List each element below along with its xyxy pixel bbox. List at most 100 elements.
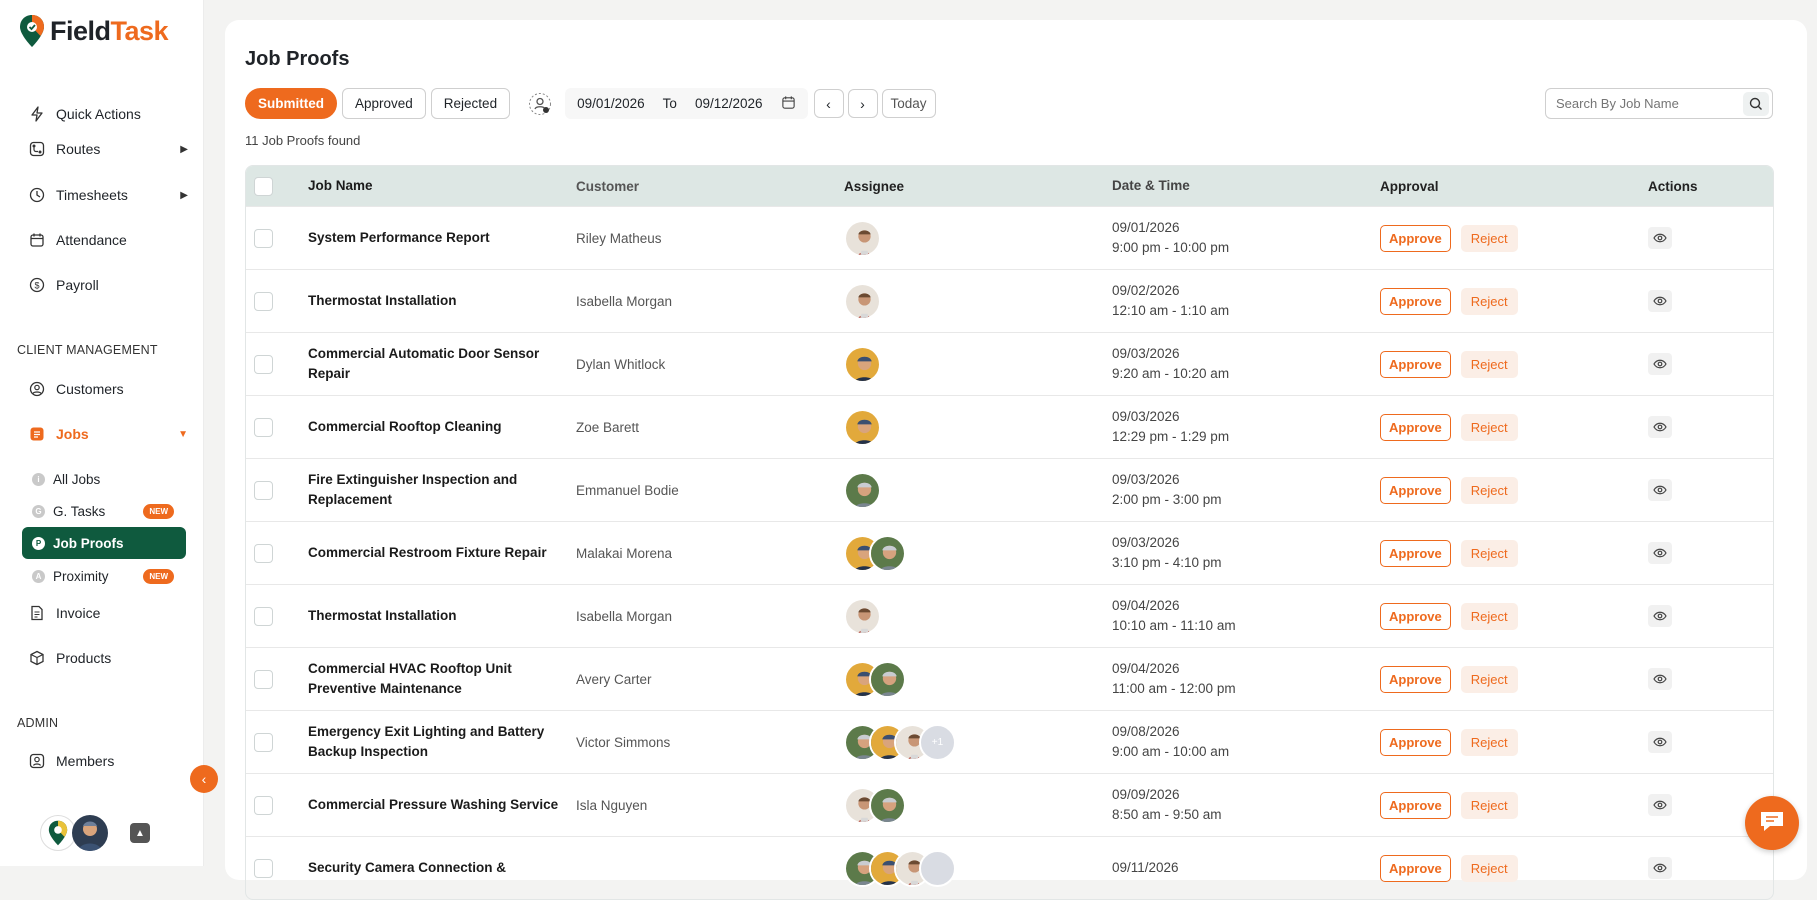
reject-button[interactable]: Reject xyxy=(1460,854,1518,882)
col-job-name[interactable]: Job Name xyxy=(308,176,576,196)
tab-submitted[interactable]: Submitted xyxy=(245,88,337,119)
view-eye-icon[interactable] xyxy=(1648,794,1672,816)
reject-button[interactable]: Reject xyxy=(1460,791,1518,819)
row-checkbox[interactable] xyxy=(253,354,273,374)
approve-button[interactable]: Approve xyxy=(1380,539,1451,567)
job-name[interactable]: Emergency Exit Lighting and Battery Back… xyxy=(308,722,576,762)
row-checkbox[interactable] xyxy=(253,417,273,437)
table-row[interactable]: Thermostat Installation Isabella Morgan 09… xyxy=(246,584,1773,647)
nav-members[interactable]: Members xyxy=(28,748,188,774)
assignee-avatar[interactable] xyxy=(844,408,881,446)
more-assignees[interactable] xyxy=(919,849,956,887)
nav-payroll[interactable]: $ Payroll xyxy=(28,272,188,298)
reject-button[interactable]: Reject xyxy=(1460,350,1518,378)
assignee-avatar[interactable] xyxy=(869,660,906,698)
job-name[interactable]: Security Camera Connection & xyxy=(308,858,576,878)
nav-invoice[interactable]: Invoice xyxy=(28,600,188,626)
nav-attendance[interactable]: Attendance xyxy=(28,227,188,253)
select-all-checkbox[interactable] xyxy=(253,176,273,196)
date-range-picker[interactable]: 09/01/2026 To 09/12/2026 xyxy=(565,88,808,119)
tab-rejected[interactable]: Rejected xyxy=(430,88,511,119)
row-checkbox[interactable] xyxy=(253,795,273,815)
reject-button[interactable]: Reject xyxy=(1460,728,1518,756)
nav-all-jobs[interactable]: i All Jobs xyxy=(22,463,186,495)
table-row[interactable]: Commercial Rooftop Cleaning Zoe Barett 09/… xyxy=(246,395,1773,458)
user-avatar[interactable] xyxy=(72,815,108,851)
view-eye-icon[interactable] xyxy=(1648,542,1672,564)
row-checkbox[interactable] xyxy=(253,732,273,752)
prev-date-button[interactable]: ‹ xyxy=(813,89,844,118)
nav-jobs[interactable]: Jobs ▼ xyxy=(28,421,188,447)
table-row[interactable]: System Performance Report Riley Matheus 09… xyxy=(246,206,1773,269)
row-checkbox[interactable] xyxy=(253,606,273,626)
sidebar-collapse-button[interactable]: ‹ xyxy=(190,765,218,793)
nav-quick-actions[interactable]: Quick Actions xyxy=(28,101,188,127)
nav-routes[interactable]: Routes ▶ xyxy=(28,136,188,162)
nav-timesheets[interactable]: Timesheets ▶ xyxy=(28,182,188,208)
org-logo-icon[interactable] xyxy=(40,815,76,851)
calendar-icon[interactable] xyxy=(781,95,796,113)
view-eye-icon[interactable] xyxy=(1648,668,1672,690)
nav-products[interactable]: Products xyxy=(28,645,188,671)
row-checkbox[interactable] xyxy=(253,480,273,500)
approve-button[interactable]: Approve xyxy=(1380,728,1451,756)
table-row[interactable]: Commercial Restroom Fixture Repair Malaka… xyxy=(246,521,1773,584)
approve-button[interactable]: Approve xyxy=(1380,665,1451,693)
job-name[interactable]: Thermostat Installation xyxy=(308,291,576,311)
view-eye-icon[interactable] xyxy=(1648,731,1672,753)
col-date-time[interactable]: Date & Time xyxy=(1112,176,1380,196)
more-assignees[interactable]: +1 xyxy=(919,723,956,761)
nav-g-tasks[interactable]: G G. Tasks NEW xyxy=(22,495,186,527)
reject-button[interactable]: Reject xyxy=(1460,602,1518,630)
job-name[interactable]: Commercial HVAC Rooftop Unit Preventive … xyxy=(308,659,576,699)
assignee-avatar[interactable] xyxy=(844,471,881,509)
approve-button[interactable]: Approve xyxy=(1380,350,1451,378)
approve-button[interactable]: Approve xyxy=(1380,413,1451,441)
assignee-avatar[interactable] xyxy=(844,597,881,635)
approve-button[interactable]: Approve xyxy=(1380,791,1451,819)
table-row[interactable]: Emergency Exit Lighting and Battery Back… xyxy=(246,710,1773,773)
search-icon[interactable] xyxy=(1743,91,1769,116)
table-row[interactable]: Thermostat Installation Isabella Morgan 09… xyxy=(246,269,1773,332)
assignee-avatar[interactable] xyxy=(844,345,881,383)
assignee-avatar[interactable] xyxy=(869,786,906,824)
view-eye-icon[interactable] xyxy=(1648,416,1672,438)
view-eye-icon[interactable] xyxy=(1648,353,1672,375)
tab-approved[interactable]: Approved xyxy=(342,88,426,119)
row-checkbox[interactable] xyxy=(253,669,273,689)
row-checkbox[interactable] xyxy=(253,858,273,878)
approve-button[interactable]: Approve xyxy=(1380,224,1451,252)
job-name[interactable]: Commercial Automatic Door Sensor Repair xyxy=(308,344,576,384)
reject-button[interactable]: Reject xyxy=(1460,413,1518,441)
reject-button[interactable]: Reject xyxy=(1460,224,1518,252)
today-button[interactable]: Today xyxy=(881,89,936,118)
job-name[interactable]: Commercial Rooftop Cleaning xyxy=(308,417,576,437)
job-name[interactable]: Fire Extinguisher Inspection and Replace… xyxy=(308,470,576,510)
view-eye-icon[interactable] xyxy=(1648,227,1672,249)
assignee-avatar[interactable] xyxy=(844,282,881,320)
job-name[interactable]: System Performance Report xyxy=(308,228,576,248)
reject-button[interactable]: Reject xyxy=(1460,287,1518,315)
col-customer[interactable]: Customer xyxy=(576,179,844,194)
nav-job-proofs[interactable]: P Job Proofs xyxy=(22,527,186,559)
table-row[interactable]: Fire Extinguisher Inspection and Replace… xyxy=(246,458,1773,521)
reject-button[interactable]: Reject xyxy=(1460,539,1518,567)
chevron-up-icon[interactable]: ▲ xyxy=(130,823,150,843)
table-row[interactable]: Commercial Pressure Washing Service Isla … xyxy=(246,773,1773,836)
nav-proximity[interactable]: A Proximity NEW xyxy=(22,560,186,592)
date-from[interactable]: 09/01/2026 xyxy=(577,96,645,111)
approve-button[interactable]: Approve xyxy=(1380,602,1451,630)
view-eye-icon[interactable] xyxy=(1648,479,1672,501)
job-name[interactable]: Commercial Pressure Washing Service xyxy=(308,795,576,815)
table-row[interactable]: Commercial HVAC Rooftop Unit Preventive … xyxy=(246,647,1773,710)
view-eye-icon[interactable] xyxy=(1648,605,1672,627)
table-row[interactable]: Commercial Automatic Door Sensor Repair D… xyxy=(246,332,1773,395)
assignee-avatar[interactable] xyxy=(844,219,881,257)
table-row[interactable]: Security Camera Connection & 09/11/2026 Ap… xyxy=(246,836,1773,899)
approve-button[interactable]: Approve xyxy=(1380,854,1451,882)
assignee-avatar[interactable] xyxy=(869,534,906,572)
approve-button[interactable]: Approve xyxy=(1380,476,1451,504)
view-eye-icon[interactable] xyxy=(1648,857,1672,879)
assignee-filter-icon[interactable] xyxy=(527,91,553,117)
nav-customers[interactable]: Customers xyxy=(28,376,188,402)
